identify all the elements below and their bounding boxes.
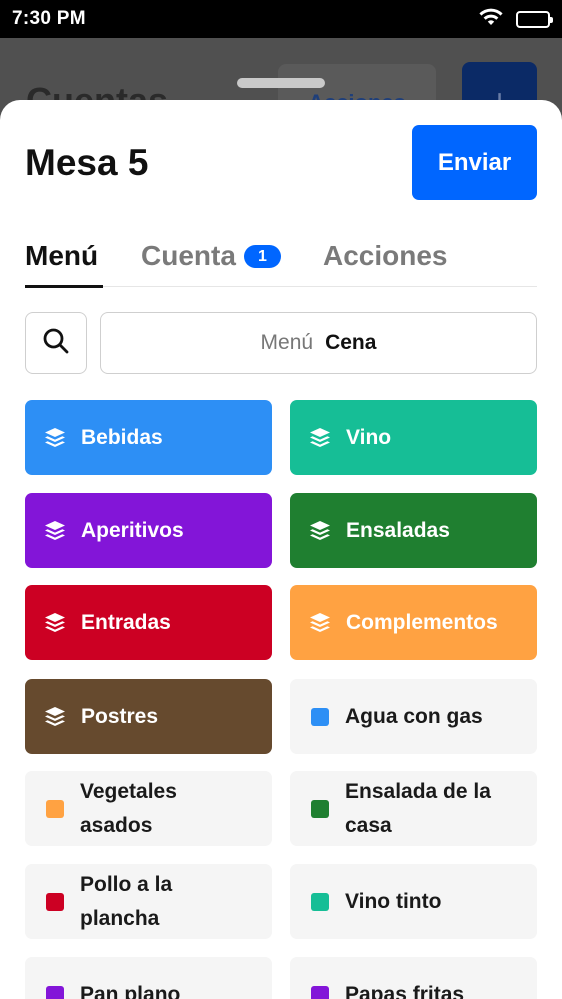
menu-item-agua-con-gas[interactable]: Agua con gas [290,679,537,754]
item-label: Vegetales asados [80,779,177,837]
tab-cuenta-label: Cuenta [141,240,236,271]
wifi-icon [478,7,504,32]
item-color-swatch [46,799,64,818]
item-label: Pollo a la plancha [80,872,173,930]
menu-item-vegetales-asados[interactable]: Vegetales asados [25,771,272,846]
item-color-swatch [311,892,329,911]
tab-menu-label: Menú [25,240,99,271]
layers-icon [308,519,332,543]
item-label: Ensalada de la casa [345,779,491,837]
category-aperitivos[interactable]: Aperitivos [25,493,272,568]
status-indicators [478,7,553,32]
menu-selector[interactable]: Menú Cena [100,312,537,374]
layers-icon [43,426,67,450]
menu-item-ensalada-de-la-casa[interactable]: Ensalada de la casa [290,771,537,846]
category-label: Bebidas [81,425,163,449]
item-color-swatch [311,985,329,999]
battery-icon [516,10,553,28]
tab-acciones[interactable]: Acciones [323,240,448,287]
layers-icon [43,705,67,729]
menu-item-papas-fritas[interactable]: Papas fritas [290,957,537,999]
sheet-grabber-handle[interactable] [237,78,325,88]
item-label: Agua con gas [345,704,483,728]
menu-item-pan-plano[interactable]: Pan plano [25,957,272,999]
item-color-swatch [311,799,329,818]
search-button[interactable] [25,312,87,374]
status-bar: 7:30 PM [0,0,562,38]
category-entradas[interactable]: Entradas [25,585,272,660]
tab-bar: Menú Cuenta 1 Acciones [25,240,537,288]
tab-active-indicator [25,285,103,288]
category-label: Entradas [81,610,171,634]
item-label: Pan plano [80,982,181,999]
item-label: Papas fritas [345,982,465,999]
category-label: Ensaladas [346,518,450,542]
count-badge: 1 [243,245,281,268]
layers-icon [308,426,332,450]
search-icon [42,327,70,360]
category-label: Vino [346,425,392,449]
item-label: Vino tinto [345,889,442,913]
item-color-swatch [311,707,329,726]
category-bebidas[interactable]: Bebidas [25,400,272,475]
tab-acciones-label: Acciones [323,240,448,271]
menu-item-pollo-a-la-plancha[interactable]: Pollo a la plancha [25,864,272,939]
category-vino[interactable]: Vino [290,400,537,475]
menu-selector-label: Menú [260,331,314,354]
tab-menu[interactable]: Menú [25,240,103,288]
category-postres[interactable]: Postres [25,679,272,754]
category-complementos[interactable]: Complementos [290,585,537,660]
layers-icon [43,611,67,635]
menu-selector-value: Cena [325,331,377,354]
item-color-swatch [46,985,64,999]
status-time: 7:30 PM [12,8,86,29]
sheet-title: Mesa 5 [25,142,149,183]
category-label: Postres [81,704,159,728]
category-label: Aperitivos [81,518,184,542]
item-color-swatch [46,892,64,911]
layers-icon [308,611,332,635]
send-button[interactable]: Enviar [412,125,537,200]
order-sheet: Mesa 5 Enviar Menú Cuenta 1 Acciones Men… [0,100,562,999]
category-label: Complementos [346,610,498,634]
category-ensaladas[interactable]: Ensaladas [290,493,537,568]
layers-icon [43,519,67,543]
menu-item-vino-tinto[interactable]: Vino tinto [290,864,537,939]
tab-cuenta[interactable]: Cuenta 1 [141,240,281,287]
